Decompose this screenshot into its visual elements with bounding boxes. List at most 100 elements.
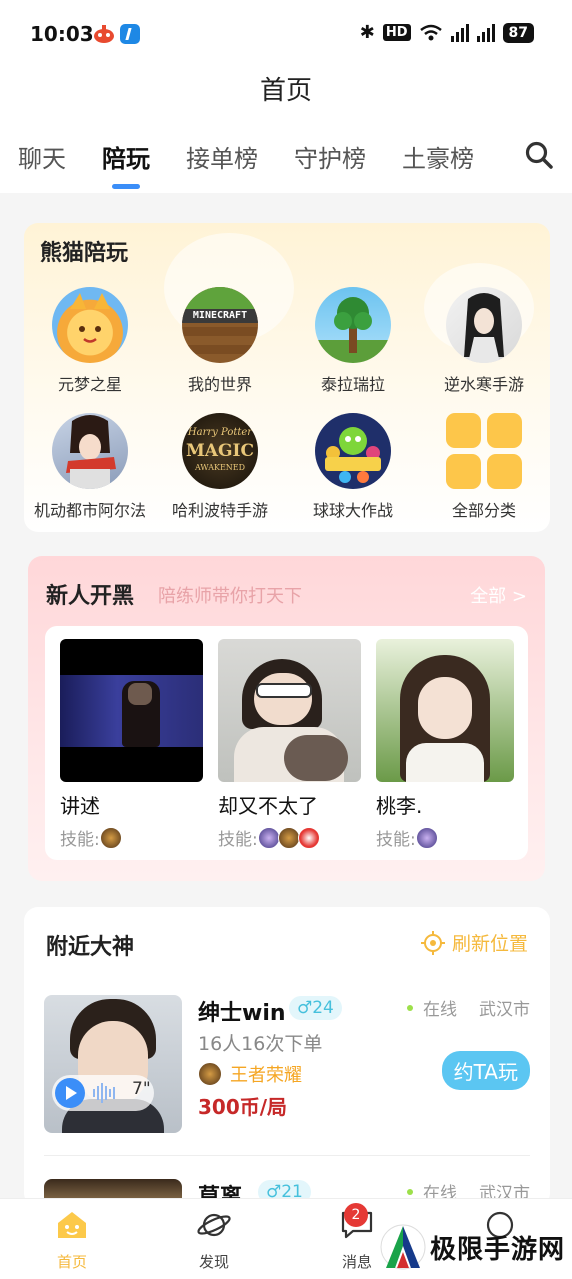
game-name: 哈利波特手游 [171, 501, 268, 520]
tab-chat[interactable]: 聊天 [18, 139, 66, 174]
signal-icon [476, 23, 495, 42]
player-card[interactable]: 却又不太了 技能: [218, 639, 361, 850]
divider [44, 1155, 530, 1156]
nearby-title: 附近大神 [46, 935, 135, 960]
tabbar-home[interactable]: 首页 [32, 1209, 112, 1272]
player-skills: 技能: [60, 825, 203, 850]
game-name: 我的世界 [187, 375, 252, 394]
harry-potter-game-icon: Harry Potter MAGIC AWAKENED [182, 413, 258, 489]
nearby-card: 附近大神 刷新位置 7" 绅士win ♂24 在线 武汉市 16人16次下单 王… [24, 907, 550, 1207]
player-card[interactable]: 桃李. 技能: [376, 639, 514, 850]
tab-order-ranking[interactable]: 接单榜 [186, 139, 258, 174]
minecraft-game-icon: MINECRAFT [182, 287, 258, 363]
player-card[interactable]: 讲述 技能: [60, 639, 203, 850]
person-game: 王者荣耀 [198, 1061, 302, 1087]
page-title: 首页 [259, 76, 312, 106]
terraria-game-icon [315, 287, 391, 363]
tabbar-label: 发现 [198, 1253, 229, 1271]
header: 首页 聊天 陪玩 接单榜 守护榜 土豪榜 [0, 66, 572, 193]
price: 300币/局 [198, 1095, 288, 1119]
person-city: 武汉市 [479, 1000, 530, 1020]
tab-rich-ranking[interactable]: 土豪榜 [402, 139, 474, 174]
tabbar-label: 首页 [56, 1253, 87, 1271]
game-name: 王者荣耀 [230, 1065, 302, 1086]
nearby-person[interactable]: 7" 绅士win ♂24 在线 武汉市 16人16次下单 王者荣耀 300币/局… [44, 995, 530, 1135]
hd-icon: HD [382, 24, 411, 41]
watermark-logo-icon [380, 1224, 426, 1270]
play-icon [55, 1078, 85, 1108]
player-photo [218, 639, 361, 782]
player-name: 却又不太了 [218, 794, 318, 818]
newbie-players: 讲述 技能: 却又不太了 技能: 桃李. 技能: [45, 626, 528, 860]
home-icon [58, 1212, 86, 1238]
newbie-more-link[interactable]: 全部 > [470, 582, 527, 608]
locate-icon [420, 930, 445, 955]
skills-label: 技能: [218, 830, 258, 850]
person-name: 绅士win [198, 1001, 286, 1026]
game-item[interactable]: 球球大作战 [287, 413, 419, 521]
message-badge: 2 [344, 1203, 368, 1227]
skill-game-icon [99, 826, 122, 849]
voice-player[interactable]: 7" [52, 1075, 154, 1111]
game-item[interactable]: MINECRAFT 我的世界 [154, 287, 286, 395]
game-item[interactable]: 全部分类 [418, 413, 550, 521]
game-item[interactable]: 元梦之星 [24, 287, 156, 395]
all-categories-icon [446, 413, 522, 489]
newbie-subtitle: 陪练师带你打天下 [158, 586, 302, 607]
player-photo [60, 639, 203, 782]
game-name: 元梦之星 [57, 375, 122, 394]
newbie-card: 新人开黑 陪练师带你打天下 全部 > 讲述 技能: 却又不太了 技能: 桃李. … [28, 556, 545, 881]
game-item[interactable]: 逆水寒手游 [418, 287, 550, 395]
top-tabs: 聊天 陪玩 接单榜 守护榜 土豪榜 [18, 139, 510, 189]
game-item[interactable]: Harry Potter MAGIC AWAKENED 哈利波特手游 [154, 413, 286, 521]
online-dot-icon [407, 1188, 413, 1195]
player-skills: 技能: [218, 825, 361, 850]
tab-guardian-ranking[interactable]: 守护榜 [294, 139, 366, 174]
bluetooth-icon: ✱ [359, 22, 375, 43]
games-card: 熊猫陪玩 元梦之星 MINECRAFT 我的世界 泰拉瑞拉 逆水寒手游 机动都市… [24, 223, 550, 532]
game-name: 泰拉瑞拉 [320, 375, 385, 394]
player-name: 桃李. [376, 794, 423, 818]
person-photo: 7" [44, 995, 182, 1133]
app-notification-icon [94, 25, 114, 43]
nishuihan-game-icon [446, 287, 522, 363]
tabbar-discover[interactable]: 发现 [174, 1209, 254, 1272]
game-name: 机动都市阿尔法 [33, 501, 146, 520]
yuanmeng-game-icon [52, 287, 128, 363]
watermark: 极限手游网 [380, 1222, 565, 1272]
watermark-text: 极限手游网 [430, 1234, 566, 1265]
book-button[interactable]: 约TA玩 [441, 1051, 530, 1090]
skill-game-icon [297, 826, 320, 849]
search-icon[interactable] [524, 140, 554, 170]
game-name: 球球大作战 [312, 501, 393, 520]
refresh-location-button[interactable]: 刷新位置 [420, 929, 528, 956]
skills-label: 技能: [60, 830, 100, 850]
skill-game-icon [257, 826, 280, 849]
tab-companion[interactable]: 陪玩 [102, 139, 150, 189]
person-status: 在线 武汉市 [407, 995, 530, 1020]
status-time: 10:03 [30, 22, 94, 46]
games-title: 熊猫陪玩 [40, 241, 129, 266]
wifi-icon [419, 24, 442, 40]
online-dot-icon [407, 1004, 413, 1011]
mecha-game-icon [52, 413, 128, 489]
gender-age-badge: ♂24 [289, 996, 342, 1020]
game-name: 逆水寒手游 [443, 375, 524, 394]
newbie-title: 新人开黑 [46, 584, 135, 609]
player-skills: 技能: [376, 825, 514, 850]
game-item[interactable]: 泰拉瑞拉 [287, 287, 419, 395]
game-item[interactable]: 机动都市阿尔法 [24, 413, 156, 521]
player-photo [376, 639, 514, 782]
player-name: 讲述 [60, 794, 100, 818]
king-of-glory-icon [198, 1062, 222, 1086]
status-icons: ✱ HD 87 [360, 22, 534, 43]
signal-icon [450, 23, 469, 42]
skills-label: 技能: [376, 830, 416, 850]
ball-battle-game-icon [315, 413, 391, 489]
skill-game-icon [415, 826, 438, 849]
game-name: 全部分类 [451, 501, 516, 520]
battery-icon: 87 [502, 22, 534, 43]
app-notification-icon [120, 24, 140, 44]
refresh-label: 刷新位置 [451, 933, 528, 955]
voice-duration: 7" [132, 1079, 151, 1099]
